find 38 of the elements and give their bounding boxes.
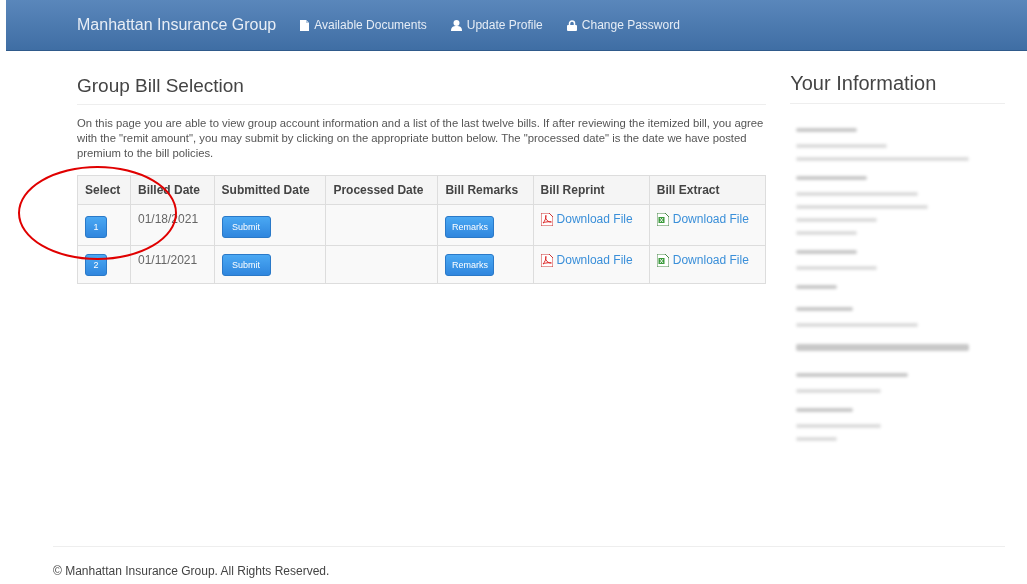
footer-text: © Manhattan Insurance Group. All Rights Reserved.: [53, 546, 1005, 584]
select-button[interactable]: 1: [85, 216, 107, 238]
lock-icon: [566, 19, 577, 31]
spreadsheet-file-icon: [656, 253, 669, 267]
column-header: Bill Remarks: [437, 175, 534, 205]
pdf-file-icon: [540, 253, 553, 267]
column-header: Processed Date: [325, 175, 438, 205]
nav-link[interactable]: Change Password: [566, 18, 680, 32]
select-button[interactable]: 2: [85, 254, 107, 276]
remarks-button[interactable]: Remarks: [445, 254, 495, 276]
download-link[interactable]: Download File: [540, 253, 633, 267]
document-icon: [300, 19, 310, 31]
download-link[interactable]: Download File: [656, 212, 749, 226]
column-header: Submitted Date: [214, 175, 326, 205]
user-icon: [450, 19, 462, 31]
spreadsheet-file-icon: [656, 212, 669, 226]
column-header: Select: [77, 175, 131, 205]
blurred-text: [796, 250, 858, 254]
remarks-button[interactable]: Remarks: [445, 216, 495, 238]
download-link[interactable]: Download File: [540, 212, 633, 226]
table-cell: 01/11/2021: [130, 245, 215, 284]
column-header: Bill Reprint: [533, 175, 650, 205]
download-link[interactable]: Download File: [656, 253, 749, 267]
blurred-text: [796, 176, 868, 180]
brand-name[interactable]: Manhattan Insurance Group: [77, 16, 277, 34]
submit-button[interactable]: Submit: [221, 254, 271, 276]
pdf-file-icon: [540, 212, 553, 226]
intro-paragraph: On this page you are able to view group account information and a list of the last twelve bills. If after reviewing the itemized bill, you agree with the "remit amount", you may submit by clicking on the appropriate button below. The "processed date" is the date we have posted premium to the bill policies.: [77, 116, 765, 161]
submit-button[interactable]: Submit: [221, 216, 271, 238]
blurred-text: [796, 307, 853, 311]
sidebar-title: Your Information: [790, 71, 1005, 104]
blurred-text: [796, 285, 837, 289]
blurred-text: [796, 408, 853, 412]
blurred-text: [796, 128, 858, 132]
nav-link[interactable]: Update Profile: [450, 18, 543, 32]
page-title: Group Bill Selection: [77, 71, 767, 105]
nav-link[interactable]: Available Documents: [300, 18, 427, 32]
column-header: Bill Extract: [649, 175, 766, 205]
